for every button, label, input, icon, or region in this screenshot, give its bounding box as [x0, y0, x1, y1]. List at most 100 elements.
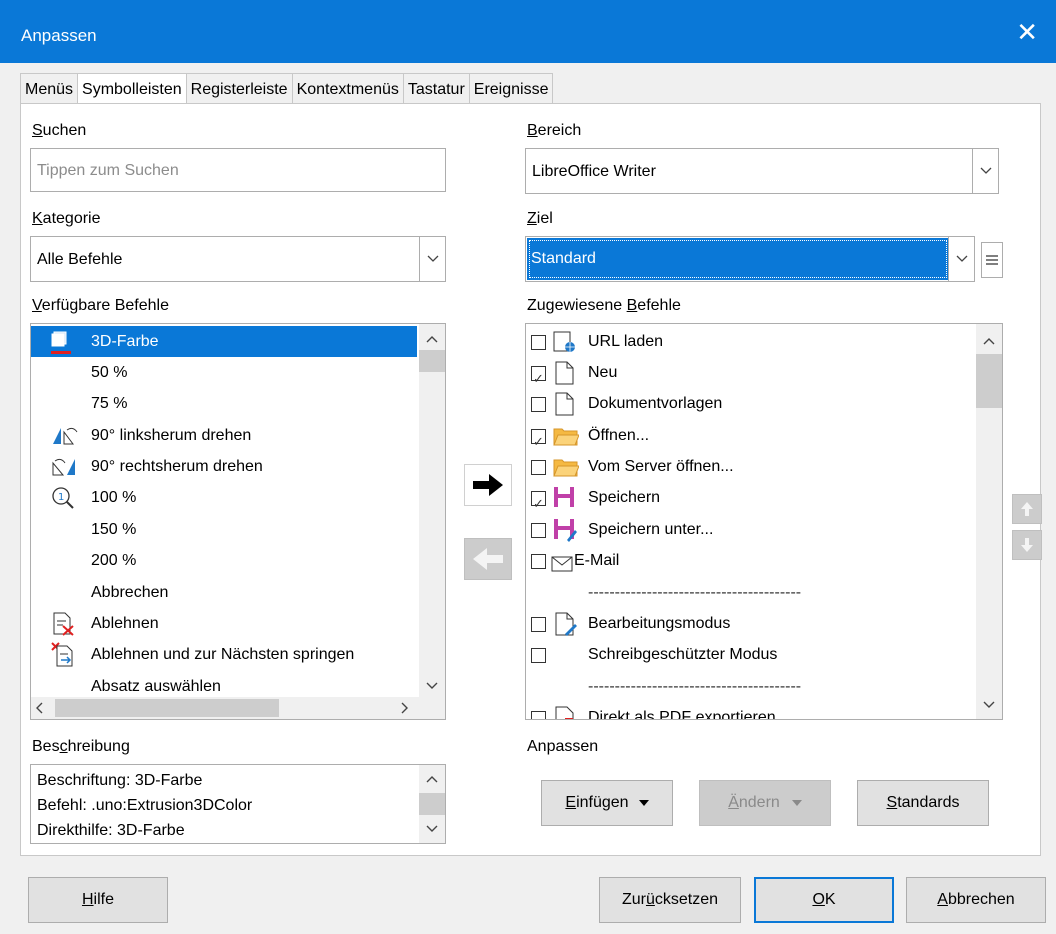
modify-button[interactable]: Ändern — [699, 780, 831, 826]
checkbox[interactable] — [531, 523, 546, 538]
folder-open-icon — [553, 426, 580, 448]
new-document-icon — [555, 361, 577, 385]
scroll-down-icon[interactable] — [419, 675, 445, 697]
scroll-right-icon[interactable] — [401, 701, 415, 715]
remove-command-button[interactable] — [464, 538, 512, 580]
rotate-left-icon — [51, 424, 78, 446]
tab-keyboard[interactable]: Tastatur — [402, 73, 469, 104]
checkbox[interactable] — [531, 617, 546, 632]
add-command-button[interactable] — [464, 464, 512, 506]
tab-bar: Menüs Symbolleisten Registerleiste Konte… — [20, 73, 554, 105]
checkbox[interactable] — [531, 488, 546, 519]
list-item[interactable]: Speichern unter... — [526, 514, 976, 545]
scroll-thumb[interactable] — [55, 699, 279, 717]
available-commands-label: Verfügbare Befehle — [32, 297, 169, 314]
scope-select[interactable]: LibreOffice Writer — [525, 148, 999, 194]
dropdown-triangle-icon — [791, 800, 802, 806]
window-title: Anpassen — [21, 26, 97, 45]
ok-button[interactable]: OK — [754, 877, 894, 923]
tab-context-menus[interactable]: Kontextmenüs — [291, 73, 403, 104]
reject-next-icon — [51, 642, 73, 667]
vertical-scrollbar[interactable] — [419, 324, 445, 697]
tab-toolbars[interactable]: Symbolleisten — [77, 73, 186, 105]
list-item[interactable]: Öffnen... — [526, 420, 976, 457]
dropdown-triangle-icon — [638, 800, 649, 806]
defaults-button[interactable]: Standards — [857, 780, 989, 826]
description-label: Beschreibung — [32, 738, 130, 755]
move-down-button[interactable] — [1012, 530, 1042, 560]
list-item[interactable]: Speichern — [526, 482, 976, 519]
target-label: Ziel — [527, 210, 553, 227]
cancel-button[interactable]: Abbrechen — [906, 877, 1046, 923]
mail-icon — [551, 552, 573, 574]
url-load-icon — [553, 331, 575, 353]
list-item[interactable]: 3D-Farbe — [31, 326, 417, 357]
scroll-up-icon[interactable] — [976, 330, 1002, 352]
zoom-100-icon: 1 — [51, 486, 74, 509]
scroll-up-icon[interactable] — [419, 328, 445, 350]
list-item[interactable]: Neu — [526, 357, 976, 394]
arrow-left-icon — [473, 548, 503, 570]
target-menu-button[interactable] — [981, 242, 1003, 278]
checkbox[interactable] — [531, 426, 546, 457]
arrow-down-icon — [1021, 538, 1033, 552]
vertical-scrollbar[interactable] — [419, 765, 445, 843]
checkbox[interactable] — [531, 648, 546, 663]
scroll-down-icon[interactable] — [976, 694, 1002, 716]
templates-icon — [555, 392, 577, 416]
category-select[interactable]: Alle Befehle — [30, 236, 446, 282]
list-item[interactable]: Bearbeitungsmodus — [526, 608, 976, 639]
scroll-down-icon[interactable] — [419, 818, 445, 840]
scroll-thumb[interactable] — [419, 793, 445, 815]
assigned-commands-label: Zugewiesene Befehle — [527, 297, 681, 314]
list-item-separator: ---------------------------------------- — [588, 678, 802, 695]
pdf-icon — [555, 706, 577, 719]
title-bar: Anpassen ✕ — [0, 0, 1056, 63]
checkbox[interactable] — [531, 460, 546, 475]
target-select[interactable]: Standard — [525, 236, 975, 282]
arrow-up-icon — [1021, 502, 1033, 516]
hamburger-icon — [986, 255, 998, 265]
search-input[interactable]: Tippen zum Suchen — [30, 148, 446, 192]
tab-menus[interactable]: Menüs — [20, 73, 78, 104]
list-item-separator: ---------------------------------------- — [588, 584, 802, 601]
search-label: Suchen — [32, 122, 87, 139]
checkbox[interactable] — [531, 397, 546, 412]
available-commands-list[interactable]: 3D-Farbe 50 % 75 % 90° linksherum drehen… — [30, 323, 446, 720]
chevron-down-icon[interactable] — [948, 237, 974, 281]
scroll-thumb[interactable] — [419, 350, 445, 372]
checkbox[interactable] — [531, 335, 546, 350]
help-button[interactable]: Hilfe — [28, 877, 168, 923]
save-as-icon — [553, 518, 577, 542]
checkbox[interactable] — [531, 363, 546, 394]
insert-button[interactable]: Einfügen — [541, 780, 673, 826]
description-box: Beschriftung: 3D-Farbe Befehl: .uno:Extr… — [30, 764, 446, 844]
list-item[interactable]: URL laden — [526, 326, 976, 357]
horizontal-scrollbar[interactable] — [31, 697, 445, 719]
scroll-left-icon[interactable] — [35, 701, 49, 715]
scope-label: Bereich — [527, 122, 582, 139]
rotate-right-icon — [51, 455, 75, 477]
customize-label: Anpassen — [527, 738, 599, 755]
checkbox[interactable] — [531, 554, 546, 569]
chevron-down-icon[interactable] — [972, 149, 998, 193]
list-item[interactable]: Dokumentvorlagen — [526, 388, 976, 419]
reset-button[interactable]: Zurücksetzen — [599, 877, 741, 923]
vertical-scrollbar[interactable] — [976, 324, 1002, 719]
move-up-button[interactable] — [1012, 494, 1042, 524]
close-icon[interactable]: ✕ — [1016, 19, 1038, 45]
list-item[interactable]: E-Mail — [526, 545, 976, 576]
checkbox[interactable] — [531, 708, 546, 719]
3d-color-icon — [49, 330, 73, 354]
svg-text:1: 1 — [58, 492, 64, 503]
list-item[interactable]: Direkt als PDF exportieren — [526, 702, 976, 719]
scroll-thumb[interactable] — [976, 354, 1002, 408]
tab-notebookbar[interactable]: Registerleiste — [185, 73, 292, 104]
edit-mode-icon — [555, 612, 577, 636]
chevron-down-icon[interactable] — [419, 237, 445, 281]
tab-events[interactable]: Ereignisse — [468, 73, 554, 104]
assigned-commands-list[interactable]: URL laden Neu Dokumentvorlagen Öffnen...… — [525, 323, 1003, 720]
list-item[interactable]: Vom Server öffnen... — [526, 451, 976, 482]
list-item[interactable]: Schreibgeschützter Modus — [526, 639, 976, 670]
scroll-up-icon[interactable] — [419, 768, 445, 790]
